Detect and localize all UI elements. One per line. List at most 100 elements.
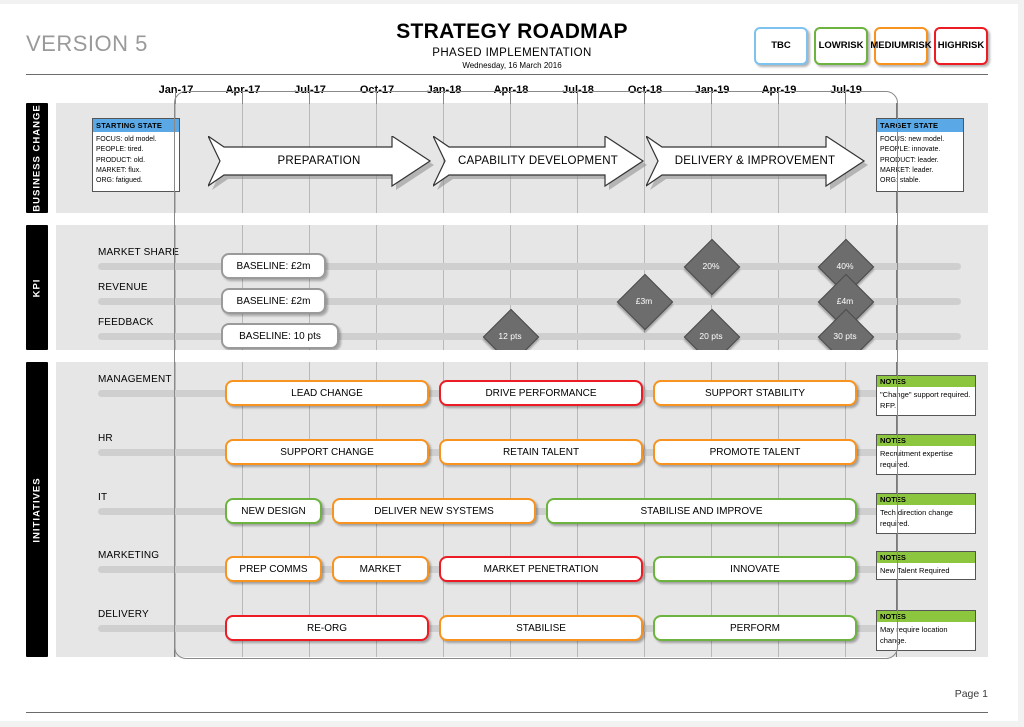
risk-key-low-risk[interactable]: LOW RISK: [814, 27, 868, 65]
notes-box: NOTES May require location change.: [876, 610, 976, 651]
target-state-box: TARGET STATE FOCUS: new model. PEOPLE: inn…: [876, 118, 964, 192]
timeline-tick-mark: [309, 91, 310, 104]
initiative-bar-promote-talent[interactable]: PROMOTE TALENT: [653, 439, 857, 465]
timeline-tick-mark: [175, 91, 176, 104]
state-box-line: FOCUS: old model.: [96, 136, 157, 143]
initiative-bar-retain-talent[interactable]: RETAIN TALENT: [439, 439, 643, 465]
timeline-tick-mark: [376, 91, 377, 104]
initiative-bar-support-stability[interactable]: SUPPORT STABILITY: [653, 380, 857, 406]
state-box-body: FOCUS: new model. PEOPLE: innovate. PRODUC…: [877, 132, 963, 191]
kpi-milestone-label: 20%: [702, 261, 720, 271]
risk-key-label: RISK: [908, 39, 932, 51]
business-change-plot: STARTING STATE FOCUS: old model. PEOPLE: t…: [56, 103, 988, 213]
notes-text: Recruitment expertise required.: [880, 449, 953, 470]
band-business-change: BUSINESS CHANGE STARTING STATE FOCUS: old…: [26, 103, 988, 213]
version-label: VERSION 5: [26, 31, 148, 56]
risk-key-medium-risk[interactable]: MEDIUM RISK: [870, 27, 932, 65]
page-number: Page 1: [954, 688, 988, 700]
kpi-baseline-pill[interactable]: BASELINE: 10 pts: [221, 323, 339, 349]
notes-heading: NOTES: [877, 435, 975, 446]
kpi-milestone-label: 12 pts: [498, 331, 522, 341]
timeline-ticks: [174, 91, 896, 104]
timeline-tick-mark: [510, 91, 511, 104]
risk-key-legend: TBC LOW RISK MEDIUM RISK HIGH RISK: [754, 27, 988, 65]
initiative-bar-innovate[interactable]: INNOVATE: [653, 556, 857, 582]
initiative-bar-stabilise[interactable]: STABILISE: [439, 615, 643, 641]
initiatives-plot: MANAGEMENT LEAD CHANGE DRIVE PERFORMANCE SU…: [56, 362, 988, 657]
band-initiatives: INITIATIVES MANAGEMENT LEAD CHANGE DRIVE P…: [26, 362, 988, 657]
state-box-line: MARKET: leader.: [880, 167, 934, 175]
starting-state-box: STARTING STATE FOCUS: old model. PEOPLE: t…: [92, 118, 180, 192]
timeline-tick-mark: [242, 91, 243, 104]
timeline-frame-edge: [896, 225, 897, 350]
state-box-line: PRODUCT: leader.: [880, 156, 939, 164]
initiative-bar-re-org[interactable]: RE-ORG: [225, 615, 429, 641]
footer-divider: [26, 712, 988, 713]
risk-key-label: LOW: [818, 39, 841, 51]
band-label-text: INITIATIVES: [31, 476, 43, 543]
state-box-line: FOCUS: new model.: [880, 136, 945, 143]
initiative-row-label-delivery: DELIVERY: [98, 609, 149, 620]
kpi-milestone-label: 20 pts: [699, 331, 723, 341]
state-box-line: PRODUCT: old.: [96, 156, 146, 164]
initiative-row-label-management: MANAGEMENT: [98, 374, 172, 385]
kpi-baseline-pill[interactable]: BASELINE: £2m: [221, 253, 326, 279]
state-box-line: ORG: stable.: [880, 177, 921, 185]
initiative-row-label-marketing: MARKETING: [98, 550, 160, 561]
notes-heading: NOTES: [877, 494, 975, 505]
notes-box: NOTES Recruitment expertise required.: [876, 434, 976, 475]
initiative-bar-drive-performance[interactable]: DRIVE PERFORMANCE: [439, 380, 643, 406]
initiative-bar-deliver-new-systems[interactable]: DELIVER NEW SYSTEMS: [332, 498, 536, 524]
initiative-bar-market-penetration[interactable]: MARKET PENETRATION: [439, 556, 643, 582]
timeline-tick-mark: [711, 91, 712, 104]
state-box-line: PEOPLE: tired.: [96, 146, 144, 154]
page-edge-top: [0, 0, 1024, 4]
kpi-baseline-pill[interactable]: BASELINE: £2m: [221, 288, 326, 314]
band-kpi: KPI MARKET SHARE BASELINE: £2m 20% 40% REVEN…: [26, 225, 988, 350]
notes-heading: NOTES: [877, 552, 975, 563]
gridline: [443, 225, 444, 350]
timeline-tick-mark: [577, 91, 578, 104]
state-box-heading: TARGET STATE: [877, 119, 963, 132]
phase-arrow-label: PREPARATION: [277, 155, 361, 167]
notes-heading: NOTES: [877, 376, 975, 387]
initiative-bar-market[interactable]: MARKET: [332, 556, 429, 582]
notes-box: NOTES Tech direction change required.: [876, 493, 976, 534]
timeline-tick-mark: [443, 91, 444, 104]
initiative-row-label-it: IT: [98, 492, 108, 503]
kpi-milestone-label: £3m: [635, 296, 653, 306]
phase-arrow-label: DELIVERY & IMPROVEMENT: [674, 155, 836, 167]
notes-box: NOTES New Talent Required: [876, 551, 976, 581]
risk-key-tbc[interactable]: TBC: [754, 27, 808, 65]
band-label-text: KPI: [31, 278, 43, 297]
gridline: [778, 225, 779, 350]
roadmap-chart: BUSINESS CHANGE STARTING STATE FOCUS: old…: [26, 91, 988, 668]
notes-text: May require location change.: [880, 625, 948, 646]
risk-key-high-risk[interactable]: HIGH RISK: [934, 27, 988, 65]
initiative-bar-perform[interactable]: PERFORM: [653, 615, 857, 641]
band-label-business-change: BUSINESS CHANGE: [26, 103, 48, 213]
initiative-bar-stabilise-and-improve[interactable]: STABILISE AND IMPROVE: [546, 498, 857, 524]
kpi-plot: MARKET SHARE BASELINE: £2m 20% 40% REVENUE BA…: [56, 225, 988, 350]
notes-text: New Talent Required: [880, 566, 950, 575]
initiative-bar-lead-change[interactable]: LEAD CHANGE: [225, 380, 429, 406]
initiative-bar-new-design[interactable]: NEW DESIGN: [225, 498, 322, 524]
notes-box: NOTES "Change" support required. RFP.: [876, 375, 976, 416]
kpi-row-label-revenue: REVENUE: [98, 282, 148, 293]
initiative-row-label-hr: HR: [98, 433, 113, 444]
phase-arrow-3[interactable]: DELIVERY & IMPROVEMENT: [646, 136, 868, 190]
phase-arrow-2[interactable]: CAPABILITY DEVELOPMENT: [433, 136, 647, 190]
kpi-row-label-feedback: FEEDBACK: [98, 317, 154, 328]
header-divider: [26, 74, 988, 75]
risk-key-label: RISK: [961, 39, 985, 51]
state-box-line: PEOPLE: innovate.: [880, 146, 941, 154]
notes-text: "Change" support required. RFP.: [880, 390, 971, 411]
initiative-bar-support-change[interactable]: SUPPORT CHANGE: [225, 439, 429, 465]
risk-key-label: RISK: [840, 39, 864, 51]
timeline-tick-mark: [845, 91, 846, 104]
initiative-bar-prep-comms[interactable]: PREP COMMS: [225, 556, 322, 582]
kpi-milestone-label: 30 pts: [833, 331, 857, 341]
phase-arrow-1[interactable]: PREPARATION: [208, 136, 434, 190]
gridline: [577, 225, 578, 350]
band-label-initiatives: INITIATIVES: [26, 362, 48, 657]
